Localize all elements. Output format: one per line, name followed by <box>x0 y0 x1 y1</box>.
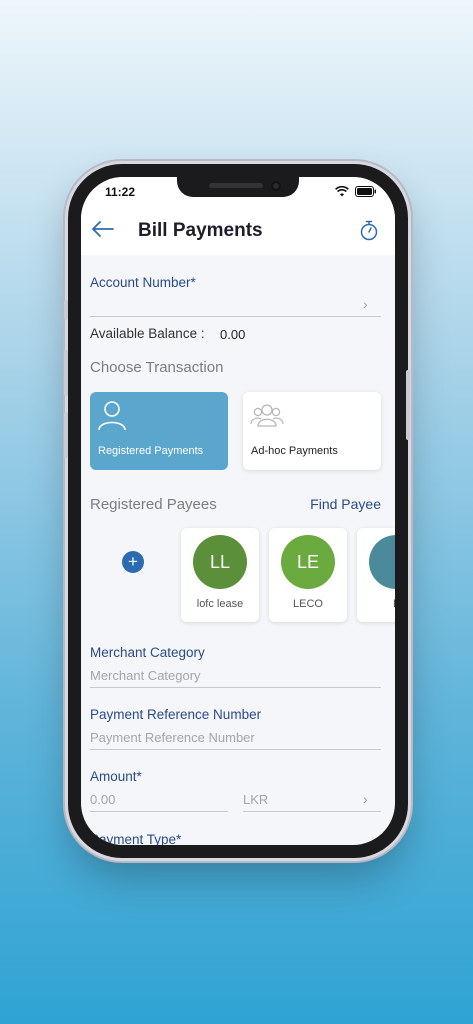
status-time: 11:22 <box>105 185 136 199</box>
user-icon <box>98 401 126 431</box>
add-payee-button[interactable]: + <box>122 551 144 573</box>
group-users-icon <box>250 404 284 427</box>
registered-payments-label: Registered Payments <box>98 445 204 457</box>
registered-payees-heading: Registered Payees <box>90 496 217 513</box>
payee-avatar <box>369 535 395 589</box>
phone-notch <box>177 177 299 197</box>
amount-underline <box>90 811 228 812</box>
currency-select[interactable]: LKR <box>243 792 268 807</box>
adhoc-payments-label: Ad-hoc Payments <box>251 445 338 457</box>
payee-card[interactable]: LE LECO <box>269 528 347 622</box>
back-arrow-icon[interactable] <box>89 217 117 241</box>
currency-chevron-right-icon[interactable]: › <box>363 791 368 807</box>
registered-payments-card[interactable]: Registered Payments <box>90 392 228 470</box>
battery-icon <box>355 186 376 197</box>
notch-camera <box>271 181 281 191</box>
merchant-category-underline <box>90 687 381 688</box>
adhoc-payments-card[interactable]: Ad-hoc Payments <box>243 392 381 470</box>
notch-speaker <box>209 183 263 188</box>
phone-side-button <box>64 300 68 320</box>
payee-avatar: LL <box>193 535 247 589</box>
account-chevron-right-icon[interactable]: › <box>363 296 368 312</box>
available-balance-label: Available Balance : <box>90 326 205 341</box>
payment-type-label: Payment Type* <box>90 832 182 845</box>
amount-label: Amount* <box>90 769 142 784</box>
wifi-icon <box>335 186 349 197</box>
phone-power-button <box>406 370 410 440</box>
amount-input[interactable]: 0.00 <box>90 792 115 807</box>
payee-name: LECO <box>293 598 323 610</box>
payee-name: lofc lease <box>196 598 244 610</box>
app-header: Bill Payments <box>81 205 395 255</box>
merchant-category-label: Merchant Category <box>90 645 205 660</box>
status-icons <box>335 186 377 197</box>
payment-reference-input[interactable]: Payment Reference Number <box>90 730 255 745</box>
payment-reference-label: Payment Reference Number <box>90 707 262 722</box>
payment-reference-underline <box>90 749 381 750</box>
choose-transaction-heading: Choose Transaction <box>90 359 224 376</box>
payee-card[interactable]: L <box>357 528 395 622</box>
account-number-label: Account Number* <box>90 275 196 290</box>
payee-name: L <box>357 598 395 610</box>
account-number-field[interactable] <box>90 316 381 317</box>
phone-screen: 11:22 Bill Payments Account Number* › Av… <box>81 177 395 845</box>
phone-volume-down <box>64 412 68 458</box>
find-payee-link[interactable]: Find Payee <box>310 496 381 512</box>
merchant-category-input[interactable]: Merchant Category <box>90 668 201 683</box>
payee-card[interactable]: LL lofc lease <box>181 528 259 622</box>
phone-volume-up <box>64 350 68 396</box>
currency-underline <box>243 811 381 812</box>
page-title: Bill Payments <box>138 220 263 241</box>
stopwatch-icon[interactable] <box>359 219 379 241</box>
available-balance-value: 0.00 <box>220 327 246 342</box>
payee-avatar: LE <box>281 535 335 589</box>
